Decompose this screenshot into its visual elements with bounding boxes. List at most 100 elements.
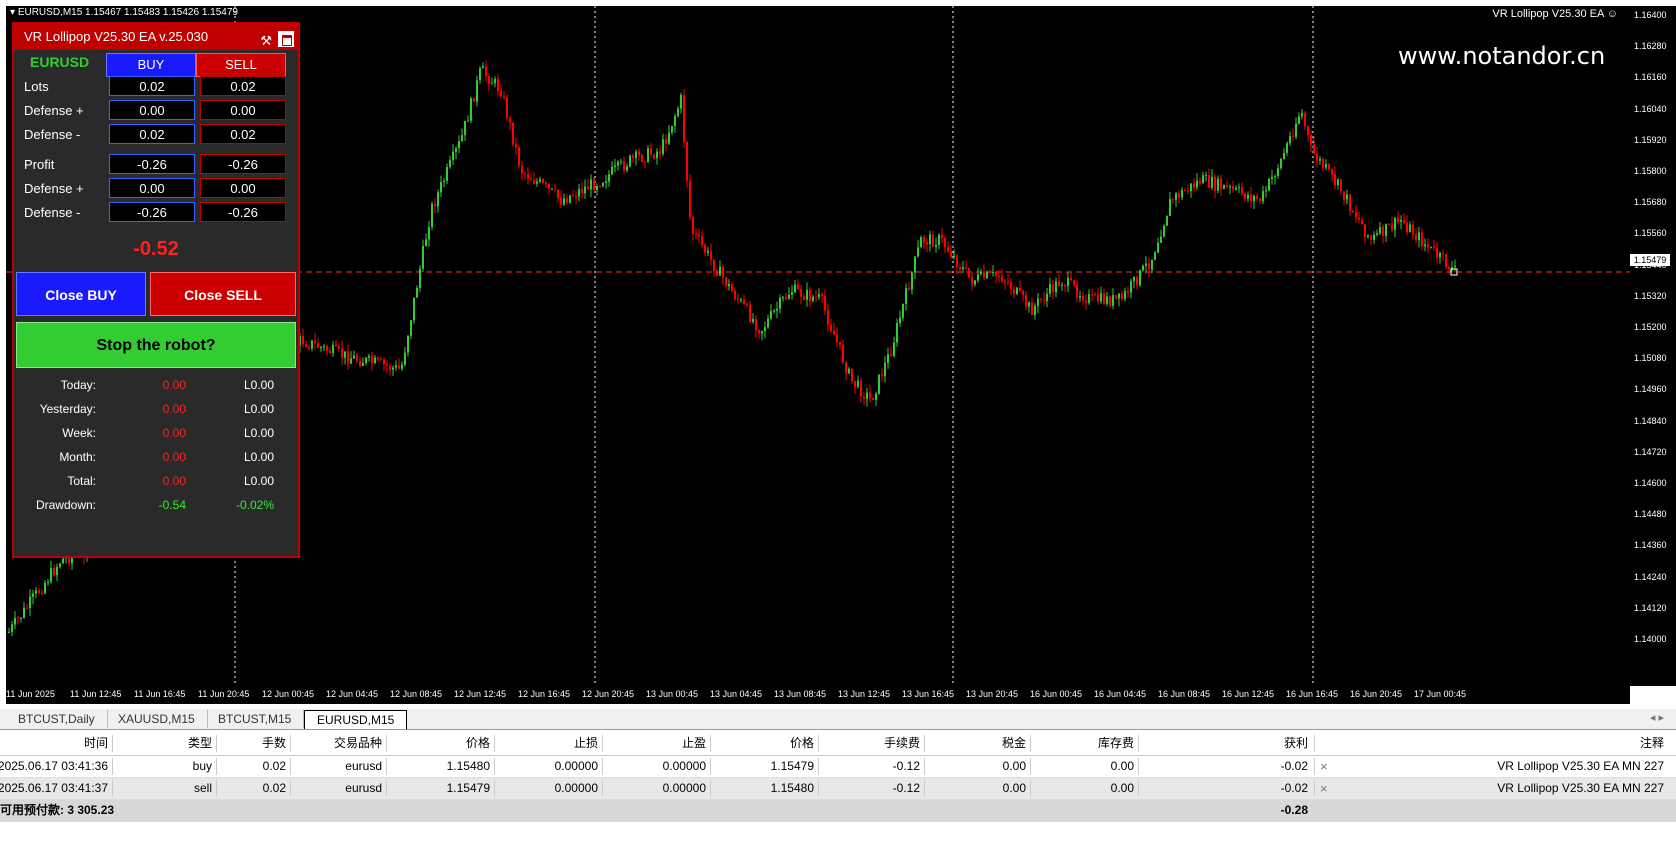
column-divider: [386, 758, 387, 775]
close-position-icon[interactable]: ×: [1320, 756, 1328, 777]
candle-body: [509, 118, 511, 123]
candle-body: [26, 607, 28, 609]
candle-body: [551, 188, 553, 190]
candle-body: [890, 354, 892, 356]
column-header[interactable]: 价格: [466, 733, 490, 754]
candle-body: [734, 291, 736, 300]
candle-body: [332, 345, 334, 354]
column-header[interactable]: 时间: [84, 733, 108, 754]
candle-body: [953, 255, 955, 258]
close-buy-button[interactable]: Close BUY: [16, 272, 146, 316]
candle-body: [1055, 281, 1057, 293]
tab-xauusd-m15[interactable]: XAUUSD,M15: [106, 710, 208, 728]
candle-body: [893, 342, 895, 356]
candle-body: [8, 632, 10, 634]
tab-eurusd-m15[interactable]: EURUSD,M15: [304, 710, 408, 729]
candle-body: [530, 178, 532, 181]
candle-body: [404, 352, 406, 365]
close-sell-button[interactable]: Close SELL: [150, 272, 296, 316]
panel-titlebar[interactable]: VR Lollipop V25.30 EA v.25.030 ⚒: [14, 24, 298, 50]
candle-body: [446, 166, 448, 181]
x-tick-label: 16 Jun 20:45: [1350, 689, 1403, 699]
candle-body: [506, 97, 508, 119]
column-divider: [818, 780, 819, 797]
minimize-icon[interactable]: [278, 31, 294, 47]
y-tick-label: 1.15920: [1634, 134, 1667, 145]
column-header[interactable]: 价格: [790, 733, 814, 754]
column-divider: [290, 780, 291, 797]
row-label-profit-defense-minus: Defense -: [24, 205, 81, 220]
candle-body: [422, 245, 424, 269]
stat-label-week: Week:: [62, 426, 96, 440]
tools-icon[interactable]: ⚒: [260, 28, 272, 54]
column-divider: [1030, 780, 1031, 797]
candle-body: [773, 310, 775, 312]
column-header[interactable]: 库存费: [1098, 733, 1134, 754]
candle-body: [1340, 179, 1342, 192]
candle-body: [692, 217, 694, 234]
candle-body: [1166, 215, 1168, 226]
candle-body: [44, 582, 46, 594]
sell-header-button[interactable]: SELL: [196, 53, 286, 77]
ea-label-text: VR Lollipop V25.30 EA: [1492, 8, 1604, 20]
y-tick-label: 1.15680: [1634, 197, 1667, 208]
candle-body: [527, 173, 529, 179]
candle-body: [968, 268, 970, 278]
candle-body: [1130, 281, 1132, 293]
candle-body: [1148, 263, 1150, 270]
buy-header-button[interactable]: BUY: [106, 53, 196, 77]
column-header[interactable]: 止盈: [682, 733, 706, 754]
candle-body: [1022, 290, 1024, 296]
candle-body: [1067, 277, 1069, 287]
column-header[interactable]: 注释: [1640, 733, 1664, 754]
candle-body: [485, 66, 487, 76]
table-cell: 0.00000: [662, 781, 706, 795]
close-position-icon[interactable]: ×: [1320, 778, 1328, 799]
candle-body: [1145, 263, 1147, 266]
candle-body: [863, 396, 865, 399]
column-header[interactable]: 交易品种: [334, 733, 382, 754]
candle-body: [1124, 291, 1126, 299]
tab-btcust-daily[interactable]: BTCUST,Daily: [6, 710, 108, 728]
column-divider: [1138, 735, 1139, 752]
tab-scroll-arrows-icon[interactable]: ◂ ▸: [1650, 711, 1664, 724]
free-margin-label: 可用预付款: 3 305.23: [0, 803, 115, 817]
candle-body: [659, 151, 661, 155]
price-axis[interactable]: 1.16400 1.16280 1.16160 1.16040 1.15920 1.158…: [1630, 6, 1676, 686]
column-header[interactable]: 类型: [188, 733, 212, 754]
table-footer-row: 可用预付款: 3 305.23 -0.28: [0, 800, 1676, 822]
tab-btcust-m15[interactable]: BTCUST,M15: [206, 710, 305, 728]
stat-ccy-yesterday: L0.00: [243, 402, 274, 416]
candle-body: [1187, 190, 1189, 192]
defense-minus-sell-field[interactable]: 0.02: [200, 124, 286, 144]
column-header[interactable]: 止损: [574, 733, 598, 754]
column-divider: [216, 735, 217, 752]
candle-body: [1076, 284, 1078, 298]
column-header[interactable]: 手数: [262, 733, 286, 754]
defense-plus-buy-field[interactable]: 0.00: [109, 100, 195, 120]
candle-body: [449, 159, 451, 167]
ea-status-label: VR Lollipop V25.30 EA ☺: [1492, 8, 1618, 20]
defense-plus-sell-field[interactable]: 0.00: [200, 100, 286, 120]
total-profit-cell: -0.28: [1280, 803, 1308, 817]
candle-body: [830, 324, 832, 331]
time-axis[interactable]: 11 Jun 2025 11 Jun 12:45 11 Jun 16:45 11 Ju…: [6, 686, 1630, 704]
column-divider: [494, 780, 495, 797]
candle-body: [11, 624, 13, 633]
candle-body: [845, 362, 847, 374]
x-tick-label: 16 Jun 08:45: [1158, 689, 1211, 699]
candle-body: [1283, 152, 1285, 159]
column-header[interactable]: 税金: [1002, 733, 1026, 754]
table-row[interactable]: 2025.06.17 03:41:36 buy 0.02 eurusd 1.15480 0…: [0, 756, 1676, 778]
candle-body: [1052, 284, 1054, 293]
candle-body: [1376, 233, 1378, 235]
column-header[interactable]: 手续费: [884, 733, 920, 754]
table-cell: eurusd: [345, 781, 382, 795]
stop-robot-button[interactable]: Stop the robot?: [16, 322, 296, 368]
table-row[interactable]: 2025.06.17 03:41:37 sell 0.02 eurusd 1.15479…: [0, 778, 1676, 800]
candle-body: [314, 340, 316, 344]
lots-sell-field[interactable]: 0.02: [200, 76, 286, 96]
defense-minus-buy-field[interactable]: 0.02: [109, 124, 195, 144]
column-header[interactable]: 获利: [1284, 733, 1308, 754]
lots-buy-field[interactable]: 0.02: [109, 76, 195, 96]
